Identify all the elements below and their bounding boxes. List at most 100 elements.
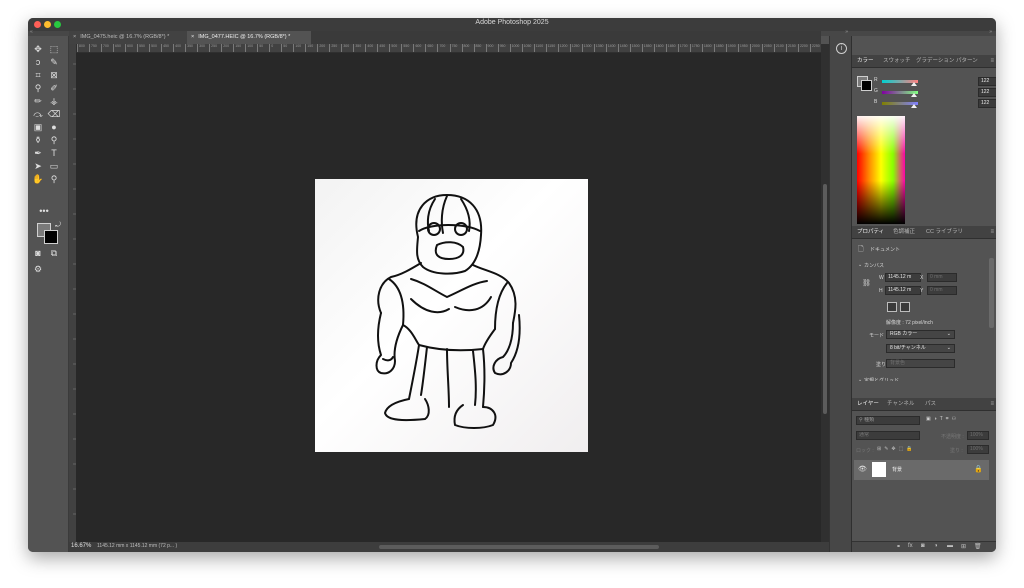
eyedropper-tool-icon[interactable]: ⚲ bbox=[31, 83, 45, 94]
portrait-orientation-button[interactable] bbox=[887, 302, 897, 312]
lock-icon[interactable]: 🔒 bbox=[974, 465, 983, 473]
color-spectrum[interactable] bbox=[857, 116, 905, 224]
vertical-scroll-thumb[interactable] bbox=[823, 184, 827, 414]
zoom-tool-icon[interactable]: ⚲ bbox=[47, 174, 61, 185]
frame-tool-icon[interactable]: ⊠ bbox=[47, 70, 61, 81]
trash-icon[interactable]: 🗑 bbox=[974, 543, 982, 550]
layer-fill-field[interactable]: 100% bbox=[967, 445, 989, 454]
tab-swatches[interactable]: スウォッチ bbox=[883, 55, 911, 67]
marquee-tool-icon[interactable]: ⬚ bbox=[47, 44, 61, 55]
swap-colors-icon[interactable]: ⤾ bbox=[51, 220, 65, 231]
brush-tool-icon[interactable]: ✏ bbox=[31, 96, 45, 107]
tab-patterns[interactable]: パターン bbox=[956, 55, 978, 67]
stamp-tool-icon[interactable]: ⚶ bbox=[47, 96, 61, 107]
path-select-tool-icon[interactable]: ➤ bbox=[31, 161, 45, 172]
canvas-vertical-scrollbar[interactable] bbox=[821, 44, 829, 544]
height-field[interactable]: 1145.12 m bbox=[885, 286, 921, 295]
healing-brush-tool-icon[interactable]: ✐ bbox=[47, 83, 61, 94]
color-slider-b[interactable]: B 122 bbox=[874, 99, 996, 108]
layer-filter-icons[interactable]: ▣◑T⌗⚇ bbox=[926, 416, 959, 422]
x-field[interactable]: 0 mm bbox=[927, 273, 957, 282]
blur-tool-icon[interactable]: ● bbox=[47, 122, 61, 133]
tab-channels[interactable]: チャンネル bbox=[887, 398, 914, 410]
blend-mode-select[interactable]: 通常 bbox=[856, 431, 920, 440]
color-panel-background[interactable] bbox=[861, 80, 872, 91]
tab-img-0475[interactable]: × IMG_0475.heic @ 16.7% (RGB/8*) * bbox=[69, 31, 192, 44]
panel-menu-icon[interactable]: ≡ bbox=[990, 226, 994, 238]
tab-paths[interactable]: パス bbox=[925, 398, 936, 410]
close-tab-icon[interactable]: × bbox=[191, 34, 194, 40]
tab-properties[interactable]: プロパティ bbox=[857, 226, 884, 238]
quick-select-tool-icon[interactable]: ✎ bbox=[47, 57, 61, 68]
tab-layers[interactable]: レイヤー bbox=[857, 398, 879, 410]
mask-icon[interactable]: ◙ bbox=[921, 543, 925, 549]
y-field[interactable]: 0 mm bbox=[927, 286, 957, 295]
lasso-tool-icon[interactable]: ↄ bbox=[31, 57, 45, 68]
canvas-area[interactable] bbox=[76, 53, 821, 544]
tab-color[interactable]: カラー bbox=[857, 55, 874, 67]
canvas-section-title[interactable]: カンバス bbox=[864, 262, 884, 269]
collapse-toolbar-icon[interactable]: « bbox=[30, 29, 33, 35]
landscape-orientation-button[interactable] bbox=[900, 302, 910, 312]
tab-gradients[interactable]: グラデーション bbox=[916, 55, 954, 67]
canvas-fill-select[interactable]: 背景色 bbox=[886, 359, 955, 368]
panel-menu-icon[interactable]: ≡ bbox=[990, 398, 994, 410]
fx-icon[interactable]: fx bbox=[908, 543, 913, 549]
quick-mask-icon[interactable]: ◙ bbox=[31, 248, 45, 259]
zoom-level[interactable]: 16.67% bbox=[71, 543, 91, 549]
color-slider-r[interactable]: R 122 bbox=[874, 77, 996, 86]
burn-tool-icon[interactable]: ⚲ bbox=[47, 135, 61, 146]
horizontal-ruler[interactable]: 800 750 700 650 600 550 500 450 400 350 300 250 200 1… bbox=[76, 44, 821, 53]
gradient-tool-icon[interactable]: ▣ bbox=[31, 122, 45, 133]
history-brush-tool-icon[interactable]: ⤼ bbox=[31, 109, 45, 120]
link-dimensions-icon[interactable]: ⛓ bbox=[862, 279, 871, 287]
adjustment-icon[interactable]: ◑ bbox=[934, 543, 938, 549]
tab-img-0477[interactable]: × IMG_0477.HEIC @ 16.7% (RGB/8*) * bbox=[187, 31, 311, 44]
hand-tool-icon[interactable]: ✋ bbox=[31, 174, 45, 185]
color-mode-select[interactable]: RGB カラー ⌄ bbox=[886, 330, 955, 339]
layer-filter-select[interactable]: ⚲ 種類 bbox=[856, 416, 920, 425]
crop-tool-icon[interactable]: ⌗ bbox=[31, 70, 45, 81]
link-icon[interactable]: ⚭ bbox=[896, 543, 901, 550]
eraser-tool-icon[interactable]: ⌫ bbox=[47, 109, 61, 120]
slider-value-field[interactable]: 122 bbox=[978, 77, 996, 86]
shape-tool-icon[interactable]: ▭ bbox=[47, 161, 61, 172]
ruler-grid-section-title[interactable]: 定規とグリッド bbox=[864, 377, 899, 381]
collapse-iconstrip-icon[interactable]: » bbox=[845, 29, 848, 35]
folder-icon[interactable]: ▬ bbox=[947, 543, 953, 549]
background-color-swatch[interactable] bbox=[44, 230, 58, 244]
new-layer-icon[interactable]: ⊞ bbox=[961, 543, 966, 550]
layer-row-background[interactable]: 👁 背景 🔒 bbox=[854, 460, 989, 480]
width-field[interactable]: 1145.12 m bbox=[885, 273, 921, 282]
pen-tool-icon[interactable]: ✒ bbox=[31, 148, 45, 159]
bit-depth-select[interactable]: 8 bit/チャンネル ⌄ bbox=[886, 344, 955, 353]
move-tool-icon[interactable]: ✥ bbox=[31, 44, 45, 55]
lock-icons[interactable]: ⊞✎✥⬚🔒 bbox=[877, 446, 916, 452]
slider-handle[interactable] bbox=[910, 82, 917, 86]
eye-icon[interactable]: 👁 bbox=[858, 465, 867, 473]
more-tools-icon[interactable]: ••• bbox=[37, 206, 51, 217]
ruler-grid-chevron-icon[interactable]: ⌄ bbox=[858, 377, 862, 383]
type-tool-icon[interactable]: T bbox=[47, 148, 61, 159]
slider-handle[interactable] bbox=[910, 93, 917, 97]
dodge-tool-icon[interactable]: ⚱ bbox=[31, 135, 45, 146]
layer-name[interactable]: 背景 bbox=[892, 466, 902, 473]
artboard-icon[interactable]: ⚙ bbox=[31, 264, 45, 275]
info-icon[interactable]: i bbox=[836, 43, 847, 54]
slider-value-field[interactable]: 122 bbox=[978, 88, 996, 97]
screen-mode-icon[interactable]: ⧉ bbox=[47, 248, 61, 259]
panel-menu-icon[interactable]: ≡ bbox=[990, 55, 994, 67]
canvas-section-chevron-icon[interactable]: ⌄ bbox=[858, 262, 862, 268]
horizontal-scroll-thumb[interactable] bbox=[379, 545, 659, 549]
slider-handle[interactable] bbox=[910, 104, 917, 108]
color-slider-g[interactable]: G 122 bbox=[874, 88, 996, 97]
slider-value-field[interactable]: 122 bbox=[978, 99, 996, 108]
tab-cc-libraries[interactable]: CC ライブラリ bbox=[926, 226, 963, 238]
document-canvas[interactable] bbox=[315, 179, 588, 452]
close-tab-icon[interactable]: × bbox=[73, 34, 76, 40]
collapse-panels-icon[interactable]: » bbox=[989, 29, 992, 35]
opacity-field[interactable]: 100% bbox=[967, 431, 989, 440]
tab-adjustments[interactable]: 色調補正 bbox=[893, 226, 915, 238]
properties-scrollbar[interactable] bbox=[989, 258, 994, 328]
document-dimensions[interactable]: 1145.12 mm x 1145.12 mm (72 p... ) bbox=[97, 543, 177, 549]
